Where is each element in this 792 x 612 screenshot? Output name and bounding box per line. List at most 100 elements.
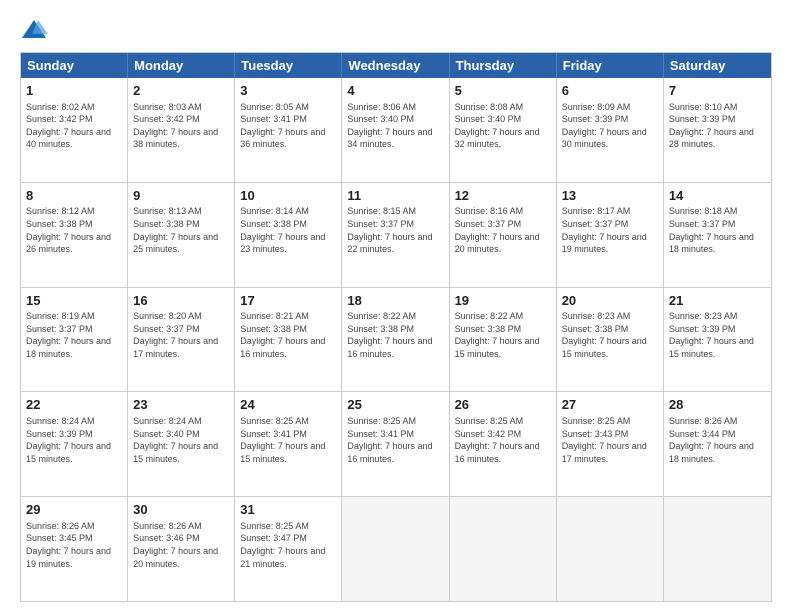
cell-info: Sunrise: 8:03 AMSunset: 3:42 PMDaylight:… <box>133 101 229 151</box>
cell-info: Sunrise: 8:13 AMSunset: 3:38 PMDaylight:… <box>133 205 229 255</box>
calendar-cell: 1Sunrise: 8:02 AMSunset: 3:42 PMDaylight… <box>21 78 128 182</box>
header <box>20 16 772 44</box>
cell-info: Sunrise: 8:05 AMSunset: 3:41 PMDaylight:… <box>240 101 336 151</box>
cell-info: Sunrise: 8:25 AMSunset: 3:41 PMDaylight:… <box>347 415 443 465</box>
cell-info: Sunrise: 8:22 AMSunset: 3:38 PMDaylight:… <box>455 310 551 360</box>
day-number: 1 <box>26 82 122 100</box>
cell-info: Sunrise: 8:21 AMSunset: 3:38 PMDaylight:… <box>240 310 336 360</box>
day-number: 27 <box>562 396 658 414</box>
day-number: 14 <box>669 187 766 205</box>
cell-info: Sunrise: 8:20 AMSunset: 3:37 PMDaylight:… <box>133 310 229 360</box>
calendar-cell: 28Sunrise: 8:26 AMSunset: 3:44 PMDayligh… <box>664 392 771 496</box>
day-number: 24 <box>240 396 336 414</box>
calendar-cell: 20Sunrise: 8:23 AMSunset: 3:38 PMDayligh… <box>557 288 664 392</box>
page: SundayMondayTuesdayWednesdayThursdayFrid… <box>0 0 792 612</box>
day-number: 23 <box>133 396 229 414</box>
header-day-friday: Friday <box>557 53 664 78</box>
day-number: 15 <box>26 292 122 310</box>
day-number: 9 <box>133 187 229 205</box>
day-number: 18 <box>347 292 443 310</box>
day-number: 4 <box>347 82 443 100</box>
calendar-header: SundayMondayTuesdayWednesdayThursdayFrid… <box>21 53 771 78</box>
calendar-cell: 14Sunrise: 8:18 AMSunset: 3:37 PMDayligh… <box>664 183 771 287</box>
calendar-cell: 2Sunrise: 8:03 AMSunset: 3:42 PMDaylight… <box>128 78 235 182</box>
day-number: 16 <box>133 292 229 310</box>
day-number: 19 <box>455 292 551 310</box>
calendar-cell <box>557 497 664 601</box>
cell-info: Sunrise: 8:24 AMSunset: 3:40 PMDaylight:… <box>133 415 229 465</box>
calendar-cell: 22Sunrise: 8:24 AMSunset: 3:39 PMDayligh… <box>21 392 128 496</box>
calendar-cell: 6Sunrise: 8:09 AMSunset: 3:39 PMDaylight… <box>557 78 664 182</box>
day-number: 3 <box>240 82 336 100</box>
header-day-monday: Monday <box>128 53 235 78</box>
cell-info: Sunrise: 8:25 AMSunset: 3:47 PMDaylight:… <box>240 520 336 570</box>
calendar-cell: 15Sunrise: 8:19 AMSunset: 3:37 PMDayligh… <box>21 288 128 392</box>
cell-info: Sunrise: 8:24 AMSunset: 3:39 PMDaylight:… <box>26 415 122 465</box>
calendar-cell: 23Sunrise: 8:24 AMSunset: 3:40 PMDayligh… <box>128 392 235 496</box>
cell-info: Sunrise: 8:26 AMSunset: 3:46 PMDaylight:… <box>133 520 229 570</box>
calendar-row-1: 8Sunrise: 8:12 AMSunset: 3:38 PMDaylight… <box>21 182 771 287</box>
day-number: 17 <box>240 292 336 310</box>
header-day-thursday: Thursday <box>450 53 557 78</box>
calendar-cell: 5Sunrise: 8:08 AMSunset: 3:40 PMDaylight… <box>450 78 557 182</box>
calendar-cell: 19Sunrise: 8:22 AMSunset: 3:38 PMDayligh… <box>450 288 557 392</box>
calendar-cell: 9Sunrise: 8:13 AMSunset: 3:38 PMDaylight… <box>128 183 235 287</box>
cell-info: Sunrise: 8:14 AMSunset: 3:38 PMDaylight:… <box>240 205 336 255</box>
calendar-body: 1Sunrise: 8:02 AMSunset: 3:42 PMDaylight… <box>21 78 771 601</box>
calendar-cell: 27Sunrise: 8:25 AMSunset: 3:43 PMDayligh… <box>557 392 664 496</box>
day-number: 10 <box>240 187 336 205</box>
calendar-cell: 11Sunrise: 8:15 AMSunset: 3:37 PMDayligh… <box>342 183 449 287</box>
day-number: 11 <box>347 187 443 205</box>
cell-info: Sunrise: 8:19 AMSunset: 3:37 PMDaylight:… <box>26 310 122 360</box>
calendar-cell: 26Sunrise: 8:25 AMSunset: 3:42 PMDayligh… <box>450 392 557 496</box>
calendar-cell <box>664 497 771 601</box>
logo <box>20 16 52 44</box>
cell-info: Sunrise: 8:09 AMSunset: 3:39 PMDaylight:… <box>562 101 658 151</box>
calendar-cell: 18Sunrise: 8:22 AMSunset: 3:38 PMDayligh… <box>342 288 449 392</box>
calendar-cell <box>342 497 449 601</box>
cell-info: Sunrise: 8:18 AMSunset: 3:37 PMDaylight:… <box>669 205 766 255</box>
day-number: 5 <box>455 82 551 100</box>
day-number: 29 <box>26 501 122 519</box>
calendar-cell: 10Sunrise: 8:14 AMSunset: 3:38 PMDayligh… <box>235 183 342 287</box>
cell-info: Sunrise: 8:25 AMSunset: 3:41 PMDaylight:… <box>240 415 336 465</box>
header-day-saturday: Saturday <box>664 53 771 78</box>
day-number: 13 <box>562 187 658 205</box>
cell-info: Sunrise: 8:23 AMSunset: 3:38 PMDaylight:… <box>562 310 658 360</box>
day-number: 28 <box>669 396 766 414</box>
cell-info: Sunrise: 8:16 AMSunset: 3:37 PMDaylight:… <box>455 205 551 255</box>
day-number: 6 <box>562 82 658 100</box>
calendar-cell <box>450 497 557 601</box>
calendar-cell: 13Sunrise: 8:17 AMSunset: 3:37 PMDayligh… <box>557 183 664 287</box>
cell-info: Sunrise: 8:12 AMSunset: 3:38 PMDaylight:… <box>26 205 122 255</box>
cell-info: Sunrise: 8:22 AMSunset: 3:38 PMDaylight:… <box>347 310 443 360</box>
calendar-cell: 21Sunrise: 8:23 AMSunset: 3:39 PMDayligh… <box>664 288 771 392</box>
calendar-row-2: 15Sunrise: 8:19 AMSunset: 3:37 PMDayligh… <box>21 287 771 392</box>
cell-info: Sunrise: 8:26 AMSunset: 3:44 PMDaylight:… <box>669 415 766 465</box>
day-number: 2 <box>133 82 229 100</box>
calendar-cell: 17Sunrise: 8:21 AMSunset: 3:38 PMDayligh… <box>235 288 342 392</box>
cell-info: Sunrise: 8:26 AMSunset: 3:45 PMDaylight:… <box>26 520 122 570</box>
cell-info: Sunrise: 8:08 AMSunset: 3:40 PMDaylight:… <box>455 101 551 151</box>
day-number: 31 <box>240 501 336 519</box>
day-number: 7 <box>669 82 766 100</box>
cell-info: Sunrise: 8:25 AMSunset: 3:42 PMDaylight:… <box>455 415 551 465</box>
calendar-cell: 7Sunrise: 8:10 AMSunset: 3:39 PMDaylight… <box>664 78 771 182</box>
cell-info: Sunrise: 8:10 AMSunset: 3:39 PMDaylight:… <box>669 101 766 151</box>
calendar-cell: 3Sunrise: 8:05 AMSunset: 3:41 PMDaylight… <box>235 78 342 182</box>
calendar-row-3: 22Sunrise: 8:24 AMSunset: 3:39 PMDayligh… <box>21 391 771 496</box>
day-number: 22 <box>26 396 122 414</box>
calendar-cell: 25Sunrise: 8:25 AMSunset: 3:41 PMDayligh… <box>342 392 449 496</box>
calendar: SundayMondayTuesdayWednesdayThursdayFrid… <box>20 52 772 602</box>
cell-info: Sunrise: 8:02 AMSunset: 3:42 PMDaylight:… <box>26 101 122 151</box>
day-number: 26 <box>455 396 551 414</box>
cell-info: Sunrise: 8:17 AMSunset: 3:37 PMDaylight:… <box>562 205 658 255</box>
cell-info: Sunrise: 8:15 AMSunset: 3:37 PMDaylight:… <box>347 205 443 255</box>
calendar-cell: 4Sunrise: 8:06 AMSunset: 3:40 PMDaylight… <box>342 78 449 182</box>
day-number: 20 <box>562 292 658 310</box>
day-number: 8 <box>26 187 122 205</box>
header-day-sunday: Sunday <box>21 53 128 78</box>
calendar-cell: 29Sunrise: 8:26 AMSunset: 3:45 PMDayligh… <box>21 497 128 601</box>
day-number: 12 <box>455 187 551 205</box>
calendar-cell: 8Sunrise: 8:12 AMSunset: 3:38 PMDaylight… <box>21 183 128 287</box>
